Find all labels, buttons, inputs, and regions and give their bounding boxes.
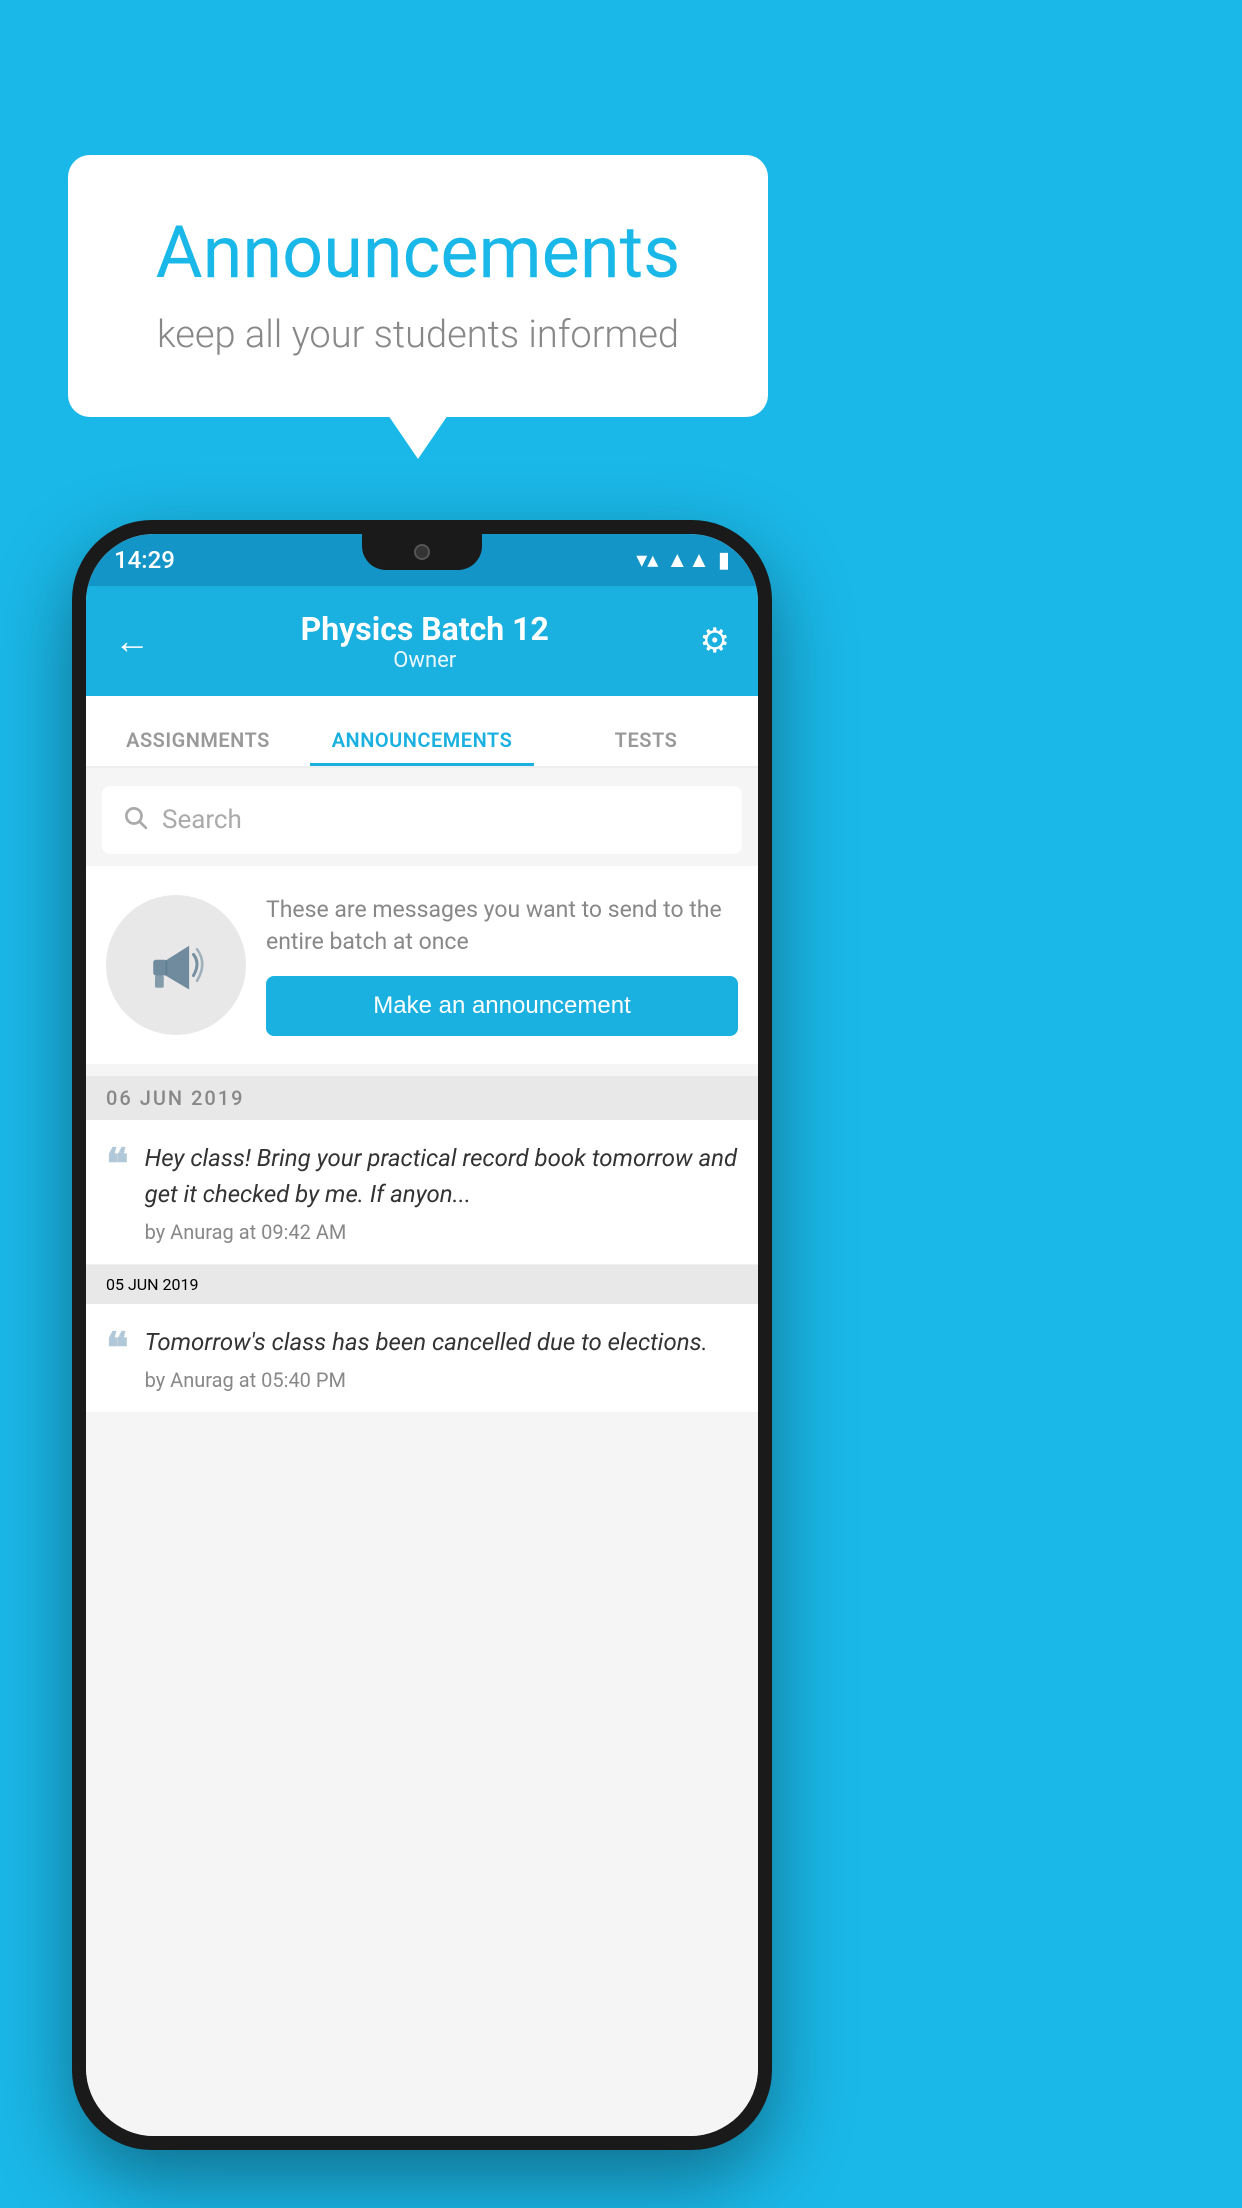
announcement-content-2: Tomorrow's class has been cancelled due …: [145, 1324, 738, 1392]
status-time: 14:29: [114, 546, 175, 574]
search-placeholder: Search: [162, 805, 242, 835]
app-header: ← Physics Batch 12 Owner ⚙: [86, 586, 758, 696]
date-separator-1: 06 JUN 2019: [86, 1076, 758, 1120]
promo-right: These are messages you want to send to t…: [266, 894, 738, 1036]
announcement-meta-1: by Anurag at 09:42 AM: [145, 1220, 738, 1244]
phone-mockup: 14:29 ▾▴ ▲▲ ▮ ← Physics Batch 12 Owner ⚙…: [72, 520, 772, 2150]
speech-bubble-container: Announcements keep all your students inf…: [68, 155, 768, 417]
status-icons: ▾▴ ▲▲ ▮: [636, 547, 730, 573]
phone-outer: 14:29 ▾▴ ▲▲ ▮ ← Physics Batch 12 Owner ⚙…: [72, 520, 772, 2150]
announcement-item-1[interactable]: ❝ Hey class! Bring your practical record…: [86, 1120, 758, 1265]
wifi-icon: ▾▴: [636, 548, 658, 573]
megaphone-icon: [141, 930, 211, 1000]
phone-notch: [362, 534, 482, 570]
date-label-1: 06 JUN 2019: [106, 1086, 245, 1110]
notch-camera: [414, 544, 430, 560]
phone-screen: 14:29 ▾▴ ▲▲ ▮ ← Physics Batch 12 Owner ⚙…: [86, 534, 758, 2136]
battery-icon: ▮: [718, 548, 730, 573]
header-title-block: Physics Batch 12 Owner: [150, 610, 700, 673]
quote-icon-2: ❝: [106, 1328, 129, 1392]
announcement-text-1: Hey class! Bring your practical record b…: [145, 1140, 738, 1212]
search-icon: [122, 804, 148, 837]
date-separator-2: 05 JUN 2019: [86, 1265, 758, 1304]
announcement-item-2[interactable]: ❝ Tomorrow's class has been cancelled du…: [86, 1304, 758, 1412]
bubble-subtitle: keep all your students informed: [128, 313, 708, 357]
search-bar[interactable]: Search: [102, 786, 742, 854]
settings-button[interactable]: ⚙: [700, 621, 730, 661]
tab-announcements[interactable]: ANNOUNCEMENTS: [310, 728, 534, 766]
date-label-2: 05 JUN 2019: [106, 1275, 199, 1294]
tab-assignments[interactable]: ASSIGNMENTS: [86, 728, 310, 766]
tabs-bar: ASSIGNMENTS ANNOUNCEMENTS TESTS: [86, 696, 758, 768]
announcement-content-1: Hey class! Bring your practical record b…: [145, 1140, 738, 1244]
bubble-title: Announcements: [128, 210, 708, 295]
promo-section: These are messages you want to send to t…: [86, 866, 758, 1064]
speech-bubble: Announcements keep all your students inf…: [68, 155, 768, 417]
content-area: Search: [86, 770, 758, 2136]
announcement-meta-2: by Anurag at 05:40 PM: [145, 1368, 738, 1392]
announcement-text-2: Tomorrow's class has been cancelled due …: [145, 1324, 738, 1360]
header-role: Owner: [150, 648, 700, 673]
batch-name: Physics Batch 12: [150, 610, 700, 648]
tab-tests[interactable]: TESTS: [534, 728, 758, 766]
quote-icon-1: ❝: [106, 1144, 129, 1244]
make-announcement-button[interactable]: Make an announcement: [266, 976, 738, 1036]
announcement-icon-circle: [106, 895, 246, 1035]
promo-description: These are messages you want to send to t…: [266, 894, 738, 958]
signal-icon: ▲▲: [666, 547, 710, 573]
back-button[interactable]: ←: [114, 620, 150, 662]
